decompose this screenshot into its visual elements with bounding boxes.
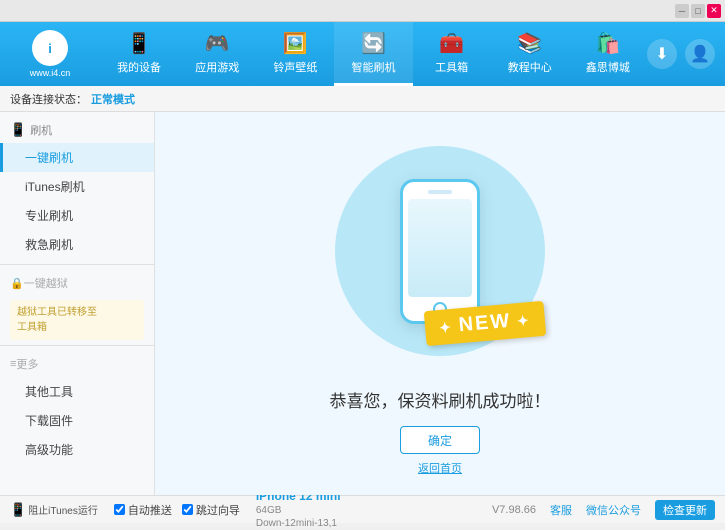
sidebar-item-itunes-flash[interactable]: iTunes刷机 [0,172,154,201]
flash-section-icon: 📱 [10,122,26,138]
stop-itunes-label: 阻止iTunes运行 [28,502,98,517]
nav-my-device-label: 我的设备 [117,59,161,75]
skip-wizard-checkbox[interactable] [182,504,193,515]
sidebar-item-emergency-flash[interactable]: 救急刷机 [0,230,154,259]
wechat-official-link[interactable]: 微信公众号 [586,502,641,518]
check-update-button[interactable]: 检查更新 [655,500,715,520]
user-button[interactable]: 👤 [685,39,715,69]
skip-wizard-checkbox-group: 跳过向导 [182,502,240,518]
sidebar-jailbreak-note: 越狱工具已转移至工具箱 [10,300,144,340]
sidebar-item-other-tools[interactable]: 其他工具 [0,377,154,406]
jailbreak-icon: 🔒 [10,277,24,290]
emergency-flash-label: 救急刷机 [25,238,73,252]
nav-apps-games-label: 应用游戏 [195,59,239,75]
stop-itunes-area: 📱 阻止iTunes运行 [10,502,104,518]
sidebar-flash-header: 📱 刷机 [0,117,154,143]
nav-tutorial[interactable]: 📚 教程中心 [491,22,569,86]
main-content: 📱 刷机 一键刷机 iTunes刷机 专业刷机 救急刷机 🔒 一键越狱 越狱工具… [0,112,725,495]
sidebar-jailbreak-header: 🔒 一键越狱 [0,270,154,296]
nav-store-label: 鑫思博城 [586,59,630,75]
nav-tutorial-label: 教程中心 [508,59,552,75]
sidebar-item-download-firmware[interactable]: 下载固件 [0,406,154,435]
version-text: V7.98.66 [492,504,536,516]
content-area: NEW 恭喜您，保资料刷机成功啦！ 确定 返回首页 [155,112,725,495]
smart-flash-icon: 🔄 [361,31,386,56]
confirm-button[interactable]: 确定 [400,426,480,454]
status-bar: 设备连接状态： 正常模式 [0,86,725,112]
phone-speaker [428,190,452,194]
device-storage: 64GB [256,504,341,517]
tutorial-icon: 📚 [517,31,542,56]
nav-toolbox[interactable]: 🧰 工具箱 [413,22,491,86]
download-firmware-label: 下载固件 [25,414,73,428]
nav-apps-games[interactable]: 🎮 应用游戏 [178,22,256,86]
maximize-button[interactable]: □ [691,4,705,18]
toolbox-icon: 🧰 [439,31,464,56]
onekey-flash-label: 一键刷机 [25,151,73,165]
nav-my-device[interactable]: 📱 我的设备 [100,22,178,86]
top-nav: i www.i4.cn 📱 我的设备 🎮 应用游戏 🖼️ 铃声壁纸 🔄 智能刷机… [0,22,725,86]
logo-circle: i [32,30,68,66]
advanced-label: 高级功能 [25,443,73,457]
bottom-bar: 📱 阻止iTunes运行 自动推送 跳过向导 iPhone 12 mini 64… [0,495,725,523]
logo-symbol: i [48,41,52,56]
ringtones-icon: 🖼️ [283,31,308,56]
nav-items: 📱 我的设备 🎮 应用游戏 🖼️ 铃声壁纸 🔄 智能刷机 🧰 工具箱 📚 教程中… [100,22,647,86]
sidebar-divider-2 [0,345,154,346]
pro-flash-label: 专业刷机 [25,209,73,223]
sidebar-divider-1 [0,264,154,265]
sidebar-item-pro-flash[interactable]: 专业刷机 [0,201,154,230]
window-controls: ─ □ ✕ [675,4,721,18]
customer-service-link[interactable]: 客服 [550,502,572,518]
close-button[interactable]: ✕ [707,4,721,18]
title-bar: ─ □ ✕ [0,0,725,22]
minimize-button[interactable]: ─ [675,4,689,18]
phone-body [400,179,480,324]
skip-wizard-label[interactable]: 跳过向导 [196,502,240,518]
status-value: 正常模式 [91,91,135,107]
phone-screen [408,199,472,297]
auto-send-checkbox[interactable] [114,504,125,515]
store-icon: 🛍️ [595,31,620,56]
status-label: 设备连接状态： [10,91,87,107]
logo-area: i www.i4.cn [0,30,100,78]
nav-store[interactable]: 🛍️ 鑫思博城 [569,22,647,86]
auto-send-label[interactable]: 自动推送 [128,502,172,518]
itunes-flash-label: iTunes刷机 [25,180,85,194]
sidebar-item-advanced[interactable]: 高级功能 [0,435,154,464]
my-device-icon: 📱 [127,31,152,56]
bottom-right: V7.98.66 客服 微信公众号 检查更新 [492,500,715,520]
device-firmware: Down-12mini-13,1 [256,517,341,530]
other-tools-label: 其他工具 [25,385,73,399]
jailbreak-label: 一键越狱 [24,275,68,291]
sidebar-more-header: ≡ 更多 [0,351,154,377]
home-link[interactable]: 返回首页 [418,460,462,476]
logo-text: www.i4.cn [30,68,71,78]
sidebar: 📱 刷机 一键刷机 iTunes刷机 专业刷机 救急刷机 🔒 一键越狱 越狱工具… [0,112,155,495]
nav-smart-flash-label: 智能刷机 [351,59,395,75]
sidebar-item-onekey-flash[interactable]: 一键刷机 [0,143,154,172]
flash-section-label: 刷机 [30,122,52,138]
phone-illustration: NEW [320,131,560,371]
nav-smart-flash[interactable]: 🔄 智能刷机 [334,22,412,86]
apps-games-icon: 🎮 [205,31,230,56]
phone-status-icon: 📱 [10,502,26,518]
nav-toolbox-label: 工具箱 [435,59,468,75]
nav-ringtones-label: 铃声壁纸 [273,59,317,75]
more-label: 更多 [16,356,38,372]
download-button[interactable]: ⬇ [647,39,677,69]
success-text: 恭喜您，保资料刷机成功啦！ [330,387,551,412]
nav-ringtones[interactable]: 🖼️ 铃声壁纸 [256,22,334,86]
nav-right-buttons: ⬇ 👤 [647,39,725,69]
auto-send-checkbox-group: 自动推送 [114,502,172,518]
